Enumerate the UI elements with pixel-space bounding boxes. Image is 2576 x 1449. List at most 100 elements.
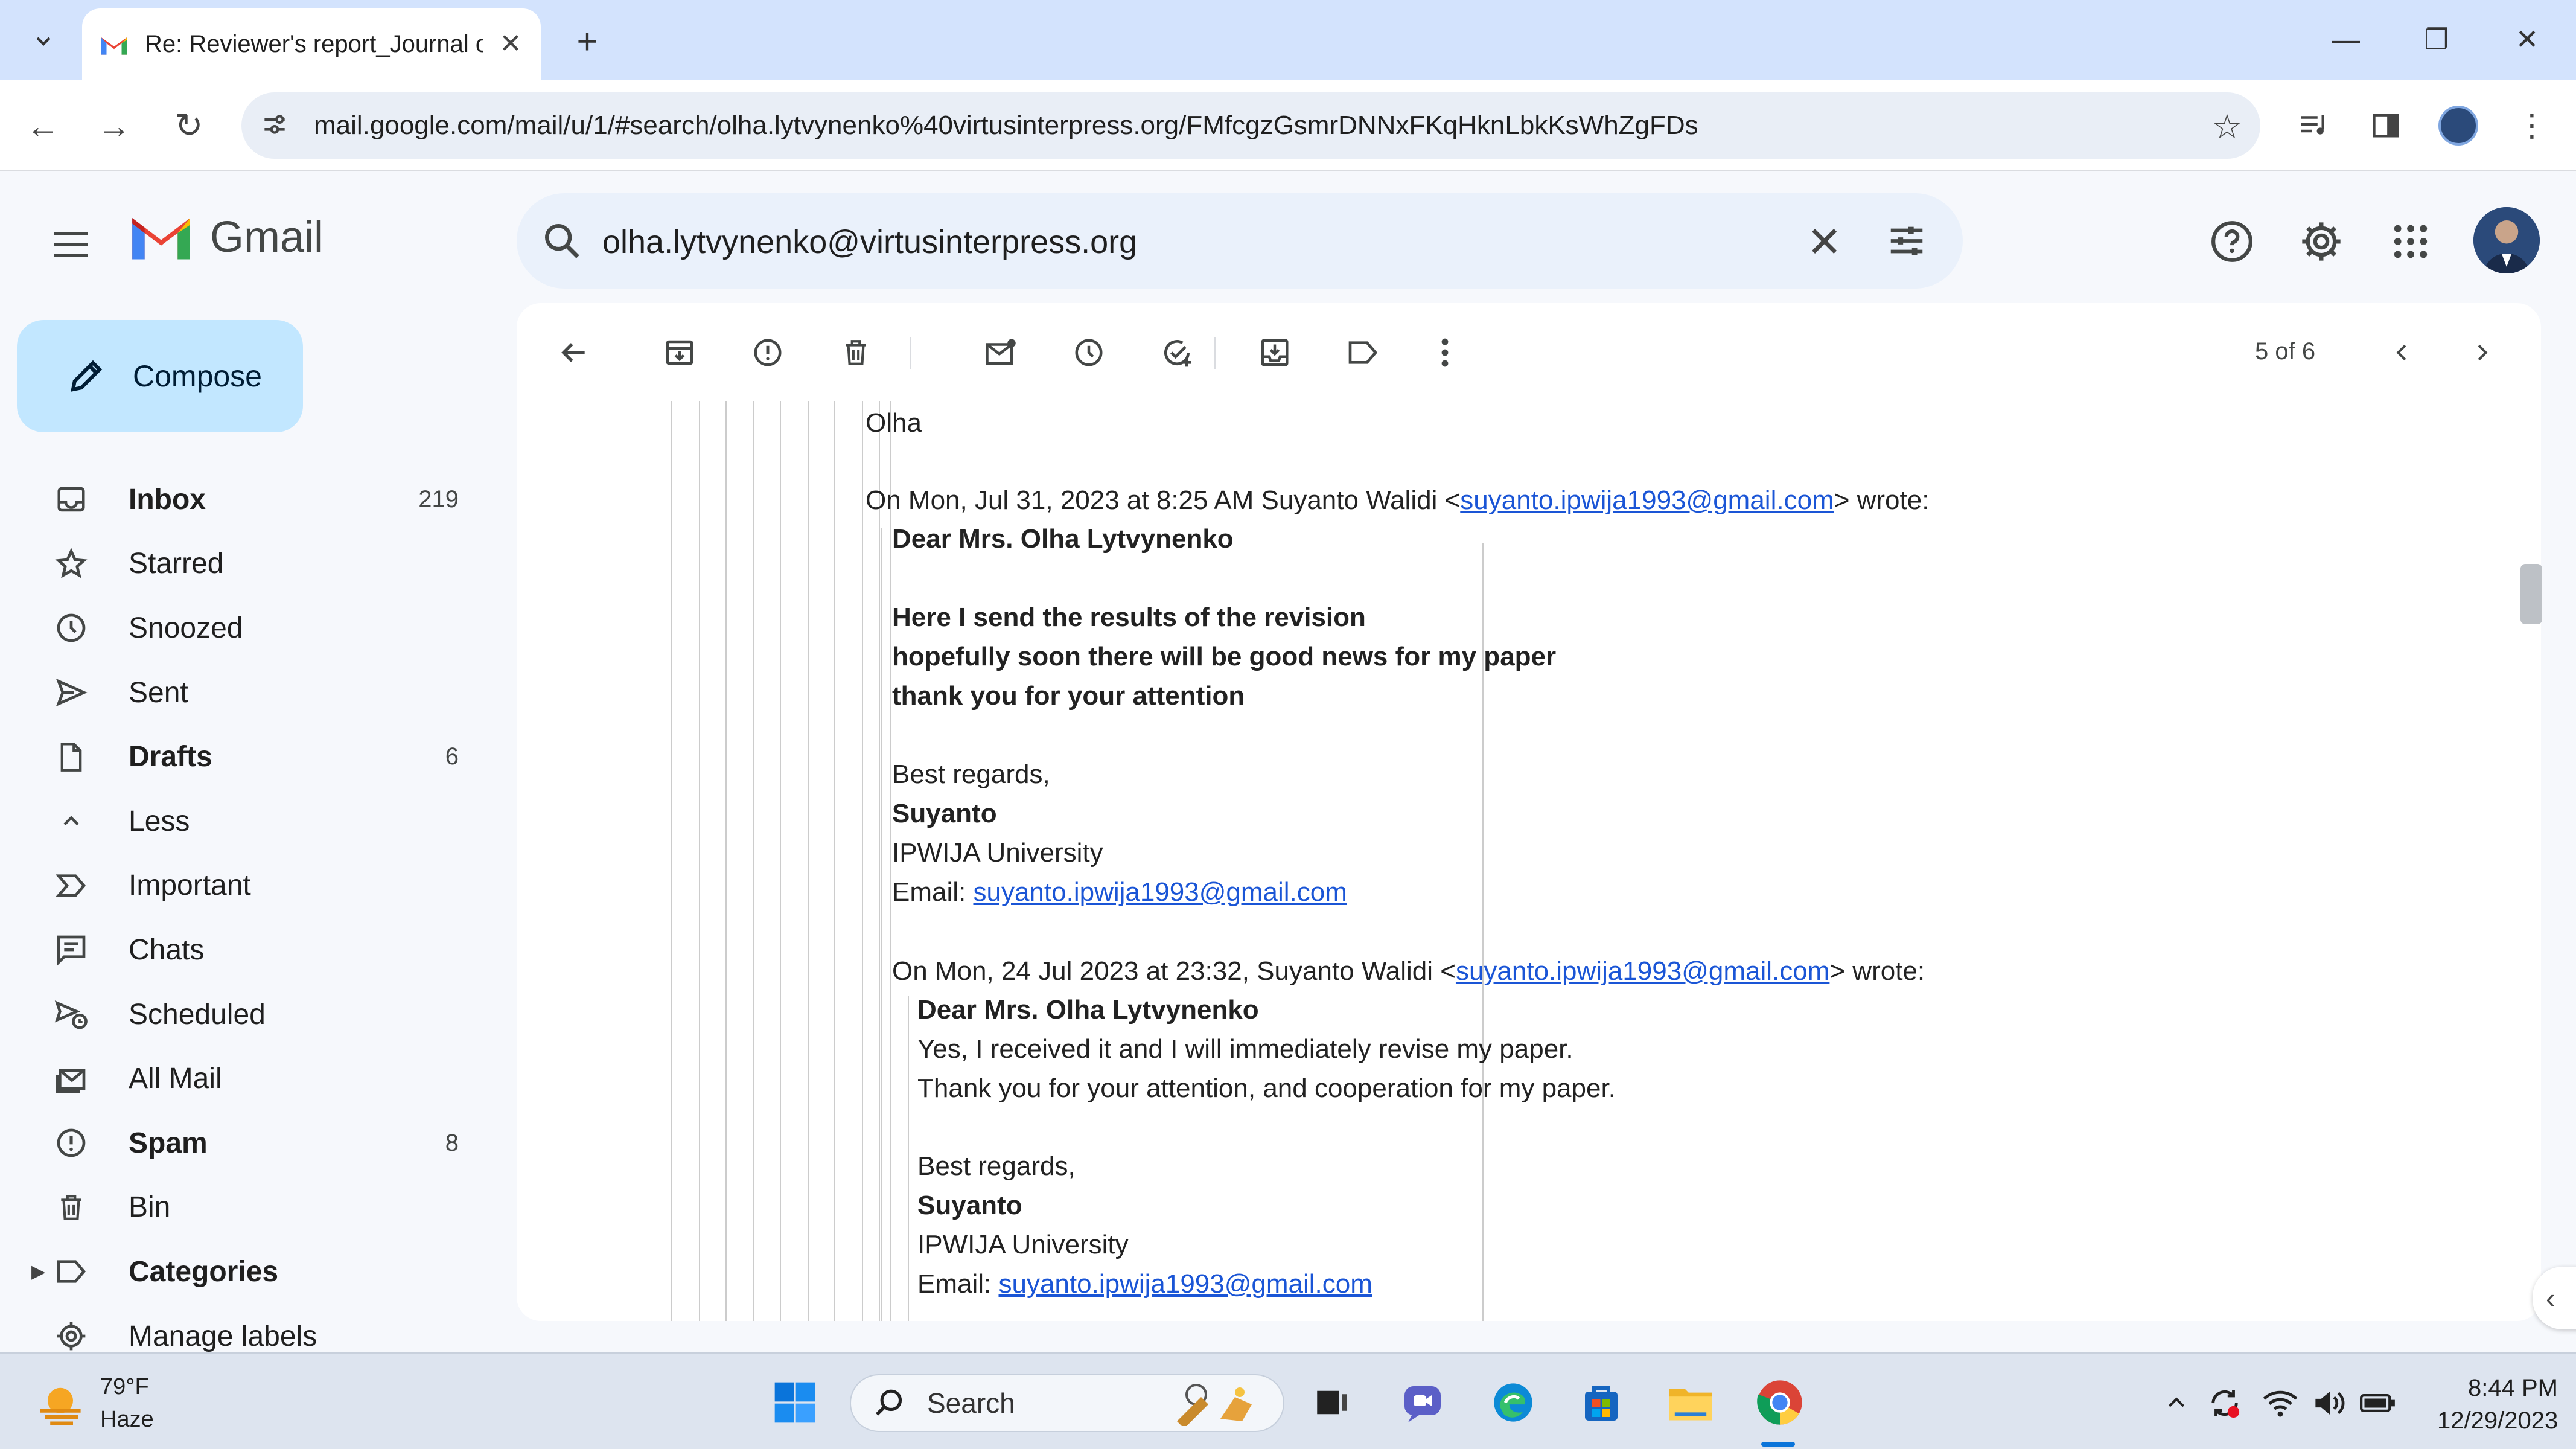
teams-chat-icon[interactable] — [1395, 1375, 1450, 1430]
browser-toolbar: ← → ↻ mail.google.com/mail/u/1/#search/o… — [0, 80, 2576, 171]
active-app-indicator — [1761, 1442, 1795, 1447]
mail-search-bar[interactable]: olha.lytvynenko@virtusinterpress.org ✕ — [517, 193, 1963, 289]
back-arrow-icon[interactable]: ← — [16, 98, 70, 153]
move-to-icon[interactable] — [1252, 330, 1298, 376]
volume-icon[interactable] — [2310, 1384, 2349, 1422]
chevron-down-icon — [36, 37, 51, 46]
quote-bar — [725, 401, 727, 1321]
scheduled-send-icon — [53, 996, 89, 1032]
sidebar-item-label: Inbox — [129, 483, 206, 516]
battery-icon[interactable] — [2359, 1384, 2397, 1422]
search-icon — [876, 1389, 902, 1416]
clear-search-icon[interactable]: ✕ — [1806, 217, 1842, 267]
sidebar-item-sent[interactable]: Sent — [0, 661, 507, 725]
newer-message-icon[interactable] — [2379, 330, 2425, 376]
task-view-icon[interactable] — [1305, 1375, 1359, 1430]
settings-gear-icon[interactable] — [2291, 211, 2351, 272]
signature-email-link[interactable]: suyanto.ipwija1993@gmail.com — [998, 1269, 1372, 1299]
sidebar-item-bin[interactable]: Bin — [0, 1176, 507, 1240]
tab-close-icon[interactable]: ✕ — [495, 28, 526, 59]
label-icon[interactable] — [1340, 330, 1386, 376]
search-icon[interactable] — [541, 220, 583, 265]
scrollbar-thumb[interactable] — [2520, 564, 2542, 624]
support-help-icon[interactable] — [2202, 211, 2262, 272]
sidebar-item-drafts[interactable]: Drafts 6 — [0, 724, 507, 789]
browser-menu-icon[interactable]: ⋮ — [2505, 98, 2559, 153]
gmail-logo[interactable]: Gmail — [128, 213, 324, 262]
snooze-clock-icon[interactable] — [1066, 330, 1112, 376]
spam-count: 8 — [445, 1129, 459, 1156]
minimize-window-button[interactable]: — — [2307, 12, 2385, 66]
more-options-icon[interactable] — [1422, 330, 1468, 376]
account-avatar[interactable] — [2473, 207, 2540, 273]
sidebar-item-chats[interactable]: Chats — [0, 918, 507, 982]
sidebar-item-label: All Mail — [129, 1063, 222, 1095]
file-explorer-icon[interactable] — [1663, 1375, 1718, 1430]
older-message-icon[interactable] — [2459, 330, 2505, 376]
sidebar-item-all-mail[interactable]: All Mail — [0, 1046, 507, 1111]
sender-email-link[interactable]: suyanto.ipwija1993@gmail.com — [1456, 956, 1829, 986]
sidebar-item-label: Bin — [129, 1191, 171, 1224]
chrome-browser-icon[interactable] — [1753, 1375, 1807, 1430]
back-to-search-icon[interactable] — [550, 330, 596, 376]
side-panel-icon[interactable] — [2359, 98, 2413, 153]
wifi-icon[interactable] — [2261, 1384, 2300, 1422]
profile-avatar-icon[interactable] — [2431, 98, 2485, 153]
important-label-icon — [53, 868, 89, 904]
reload-icon[interactable]: ↻ — [162, 98, 216, 153]
system-clock[interactable]: 8:44 PM 12/29/2023 — [2437, 1372, 2558, 1437]
browser-tab-active[interactable]: Re: Reviewer's report_Journal of ✕ — [82, 8, 541, 80]
bookmark-star-icon[interactable]: ☆ — [2212, 107, 2242, 147]
taskbar-search[interactable]: Search — [850, 1374, 1284, 1432]
restore-window-button[interactable]: ❐ — [2397, 12, 2476, 66]
search-query-text[interactable]: olha.lytvynenko@virtusinterpress.org — [602, 223, 1137, 261]
edge-browser-icon[interactable] — [1486, 1375, 1540, 1430]
sidebar-item-snoozed[interactable]: Snoozed — [0, 596, 507, 661]
sidebar-item-less[interactable]: Less — [0, 789, 507, 854]
quote-bar — [753, 401, 754, 1321]
windows-start-icon[interactable] — [768, 1375, 822, 1430]
sidebar-item-important[interactable]: Important — [0, 854, 507, 918]
report-spam-icon[interactable] — [745, 330, 791, 376]
clock-time: 8:44 PM — [2468, 1375, 2558, 1401]
sidebar-item-categories[interactable]: ▶ Categories — [0, 1239, 507, 1304]
expand-arrow-icon[interactable]: ▶ — [31, 1261, 45, 1282]
signature-email-link[interactable]: suyanto.ipwija1993@gmail.com — [973, 877, 1347, 907]
unread-count: 219 — [418, 485, 459, 513]
close-window-button[interactable]: ✕ — [2488, 12, 2566, 66]
taskbar-search-label: Search — [927, 1387, 1015, 1419]
toolbar-divider — [1214, 337, 1216, 369]
google-apps-grid-icon[interactable] — [2380, 211, 2441, 272]
mark-unread-icon[interactable] — [978, 330, 1024, 376]
quote-header: On Mon, 24 Jul 2023 at 23:32, Suyanto Wa… — [892, 956, 1925, 987]
compose-button[interactable]: Compose — [17, 320, 303, 432]
sidebar-item-scheduled[interactable]: Scheduled — [0, 982, 507, 1047]
media-control-icon[interactable] — [2286, 98, 2341, 153]
weather-widget[interactable]: 79°F Haze — [35, 1371, 154, 1436]
sidebar-item-spam[interactable]: Spam 8 — [0, 1111, 507, 1176]
address-bar[interactable]: mail.google.com/mail/u/1/#search/olha.ly… — [241, 92, 2260, 159]
new-tab-button[interactable]: + — [561, 17, 613, 65]
add-to-tasks-icon[interactable] — [1154, 330, 1200, 376]
sidebar-item-inbox[interactable]: Inbox 219 — [0, 467, 507, 532]
gmail-m-icon — [132, 218, 190, 260]
sidebar-item-label: Starred — [129, 548, 224, 580]
show-hidden-icons-icon[interactable] — [2157, 1384, 2196, 1422]
sync-notification-icon[interactable] — [2205, 1384, 2244, 1422]
sender-email-link[interactable]: suyanto.ipwija1993@gmail.com — [1460, 485, 1834, 515]
search-options-icon[interactable] — [1886, 220, 1928, 265]
all-mail-icon — [53, 1061, 89, 1097]
sidebar-item-label: Categories — [129, 1255, 279, 1288]
tab-search-button[interactable] — [13, 17, 74, 65]
forward-arrow-icon[interactable]: → — [87, 98, 141, 153]
gear-icon — [53, 1318, 89, 1354]
archive-icon[interactable] — [657, 330, 703, 376]
delete-icon[interactable] — [833, 330, 879, 376]
site-info-icon[interactable] — [260, 109, 290, 142]
sidebar-item-label: Manage labels — [129, 1320, 317, 1352]
sidebar-item-label: Snoozed — [129, 612, 243, 644]
sidebar-item-starred[interactable]: Starred — [0, 532, 507, 597]
microsoft-store-icon[interactable] — [1574, 1375, 1628, 1430]
quote-bar — [908, 996, 909, 1321]
main-menu-icon[interactable] — [43, 217, 98, 272]
